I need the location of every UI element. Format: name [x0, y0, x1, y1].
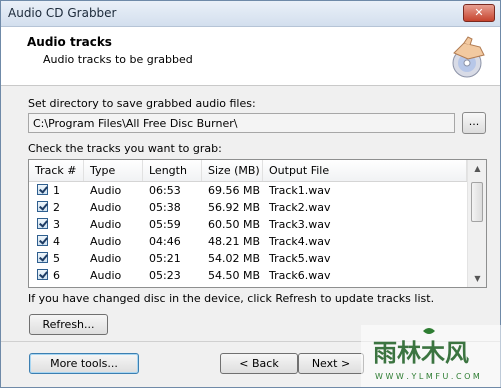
track-checkbox[interactable]: [37, 235, 48, 246]
track-checkbox[interactable]: [37, 252, 48, 263]
table-row[interactable]: 6 Audio 05:23 54.50 MB Track6.wav: [29, 267, 467, 284]
scroll-thumb[interactable]: [471, 182, 483, 222]
track-checkbox[interactable]: [37, 218, 48, 229]
table-row[interactable]: 1 Audio 06:53 69.56 MB Track1.wav: [29, 182, 467, 199]
track-type: Audio: [90, 201, 122, 214]
track-size: 48.21 MB: [208, 235, 261, 248]
track-length: 05:21: [149, 252, 181, 265]
track-number: 5: [53, 252, 60, 265]
track-size: 69.56 MB: [208, 184, 261, 197]
refresh-hint: If you have changed disc in the device, …: [28, 292, 435, 305]
table-row[interactable]: 3 Audio 05:59 60.50 MB Track3.wav: [29, 216, 467, 233]
track-output-file: Track3.wav: [269, 218, 331, 231]
track-output-file: Track1.wav: [269, 184, 331, 197]
track-type: Audio: [90, 252, 122, 265]
page-subtitle: Audio tracks to be grabbed: [43, 53, 193, 66]
track-number: 4: [53, 235, 60, 248]
more-tools-button[interactable]: More tools...: [29, 353, 139, 374]
table-row[interactable]: 4 Audio 04:46 48.21 MB Track4.wav: [29, 233, 467, 250]
track-checkbox[interactable]: [37, 269, 48, 280]
column-header-track[interactable]: Track #: [29, 160, 84, 181]
track-checkbox[interactable]: [37, 201, 48, 212]
track-number: 2: [53, 201, 60, 214]
table-row[interactable]: 5 Audio 05:21 54.02 MB Track5.wav: [29, 250, 467, 267]
watermark-logo: 雨林木风 W W W . Y L M F U . C O M: [361, 325, 501, 387]
track-output-file: Track2.wav: [269, 201, 331, 214]
title-bar[interactable]: Audio CD Grabber ✕: [1, 1, 500, 27]
column-header-length[interactable]: Length: [143, 160, 202, 181]
track-output-file: Track5.wav: [269, 252, 331, 265]
column-header-size[interactable]: Size (MB): [202, 160, 263, 181]
track-output-file: Track4.wav: [269, 235, 331, 248]
track-type: Audio: [90, 184, 122, 197]
close-button[interactable]: ✕: [463, 4, 495, 22]
track-size: 54.02 MB: [208, 252, 261, 265]
directory-label: Set directory to save grabbed audio file…: [28, 97, 256, 110]
svg-text:W W W . Y L M F U . C O M: W W W . Y L M F U . C O M: [375, 372, 480, 381]
track-length: 04:46: [149, 235, 181, 248]
track-type: Audio: [90, 235, 122, 248]
tracks-label: Check the tracks you want to grab:: [28, 142, 222, 155]
table-header: Track # Type Length Size (MB) Output Fil…: [29, 160, 467, 182]
cd-hand-icon: [452, 36, 485, 78]
back-button[interactable]: < Back: [220, 353, 298, 374]
table-row[interactable]: 2 Audio 05:38 56.92 MB Track2.wav: [29, 199, 467, 216]
window-title: Audio CD Grabber: [8, 6, 117, 20]
track-number: 6: [53, 269, 60, 282]
track-size: 60.50 MB: [208, 218, 261, 231]
track-length: 05:23: [149, 269, 181, 282]
track-number: 1: [53, 184, 60, 197]
directory-field[interactable]: C:\Program Files\All Free Disc Burner\: [28, 113, 455, 133]
track-checkbox[interactable]: [37, 184, 48, 195]
svg-text:雨林木风: 雨林木风: [373, 339, 469, 367]
scroll-up-arrow-icon[interactable]: ▲: [468, 160, 486, 177]
track-size: 54.50 MB: [208, 269, 261, 282]
vertical-scrollbar[interactable]: ▲ ▼: [467, 160, 486, 287]
tracks-table[interactable]: Track # Type Length Size (MB) Output Fil…: [28, 159, 487, 288]
track-number: 3: [53, 218, 60, 231]
app-window: Audio CD Grabber ✕ Audio tracks Audio tr…: [0, 0, 501, 388]
track-size: 56.92 MB: [208, 201, 261, 214]
track-length: 05:59: [149, 218, 181, 231]
wizard-header: Audio tracks Audio tracks to be grabbed: [1, 27, 500, 86]
scroll-down-arrow-icon[interactable]: ▼: [468, 270, 486, 287]
refresh-button[interactable]: Refresh...: [29, 314, 108, 335]
column-header-type[interactable]: Type: [84, 160, 143, 181]
track-length: 05:38: [149, 201, 181, 214]
track-output-file: Track6.wav: [269, 269, 331, 282]
track-type: Audio: [90, 218, 122, 231]
column-header-output-file[interactable]: Output File: [263, 160, 467, 181]
browse-button[interactable]: ...: [462, 112, 486, 134]
next-button[interactable]: Next >: [298, 353, 364, 374]
track-type: Audio: [90, 269, 122, 282]
page-title: Audio tracks: [27, 35, 112, 49]
track-length: 06:53: [149, 184, 181, 197]
